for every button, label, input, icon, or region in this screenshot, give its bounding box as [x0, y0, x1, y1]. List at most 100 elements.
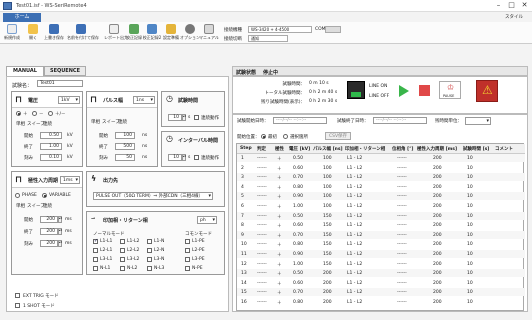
coupling-l1-l1-checkbox[interactable] — [93, 238, 98, 244]
tab-manual[interactable]: MANUAL — [6, 66, 44, 76]
coupling-l1-l2-checkbox[interactable] — [120, 239, 125, 244]
phase-unit-select[interactable]: 1ms — [60, 176, 80, 184]
save-as-button[interactable]: 名前を付けて保存 — [67, 24, 99, 42]
coupling-n-l2-checkbox[interactable] — [120, 266, 125, 271]
voltage-start-input[interactable]: 0.50 — [40, 132, 62, 139]
table-row[interactable]: 12 ------ ＋ 1.00 150 L1 - L2 ------ 200 10 — [237, 260, 525, 268]
table-row[interactable]: 11 ------ ＋ 0.90 150 L1 - L2 ------ 200 10 — [237, 250, 525, 258]
coupling-l2-pe-checkbox[interactable] — [185, 248, 190, 253]
voltage-subtab-continuous[interactable]: 連続 — [43, 121, 52, 127]
start-date-input[interactable]: ----/--/-- --:--:-- — [273, 117, 327, 124]
coupling-n-l1-checkbox[interactable] — [93, 266, 98, 271]
tab-sequence[interactable]: SEQUENCE — [44, 66, 86, 76]
manual-button[interactable]: マニュアル — [199, 24, 219, 42]
table-row[interactable]: 16 ------ ＋ 0.80 200 L1 - L2 ------ 200 10 — [237, 298, 525, 306]
pulse-step-input[interactable]: 50 — [115, 154, 135, 161]
test-name-input[interactable]: Test01 — [37, 80, 83, 87]
prepare-button[interactable]: 設定準備 — [161, 24, 181, 42]
interval-spinner[interactable]: ▴▾ — [182, 154, 186, 161]
coupling-l1-n-checkbox[interactable] — [147, 239, 152, 244]
ext-trig-checkbox[interactable] — [15, 293, 20, 298]
table-row[interactable]: 4 ------ ＋ 0.80 100 L1 - L2 ------ 200 10 — [237, 183, 525, 191]
table-row[interactable]: 10 ------ ＋ 0.80 150 L1 - L2 ------ 200 10 — [237, 240, 525, 248]
phase-start-input[interactable]: 200 — [40, 216, 58, 223]
one-shot-checkbox[interactable] — [15, 303, 20, 308]
stop-icon[interactable] — [419, 85, 430, 96]
line-switch-icon[interactable] — [347, 81, 365, 99]
coupling-l3-l2-checkbox[interactable] — [120, 257, 125, 262]
model-select[interactable]: WS-3420 + 4-4500 — [248, 26, 312, 33]
phase-start-spinner[interactable]: ▴▾ — [58, 216, 62, 223]
options-button[interactable]: オプション — [180, 24, 200, 42]
play-icon[interactable] — [399, 85, 409, 97]
phase-subtab-continuous[interactable]: 連続 — [43, 203, 52, 209]
pulse-start-input[interactable]: 100 — [115, 132, 135, 139]
coupling-l3-pe-checkbox[interactable] — [185, 257, 190, 262]
voltage-step-input[interactable]: 0.10 — [40, 154, 62, 161]
table-row[interactable]: 15 ------ ＋ 0.70 200 L1 - L2 ------ 200 10 — [237, 288, 525, 297]
table-row[interactable]: 2 ------ ＋ 0.60 100 L1 - L2 ------ 200 10 — [237, 164, 525, 172]
phase-radio[interactable] — [15, 193, 20, 198]
table-row[interactable]: 1 ------ ＋ 0.50 100 L1 - L2 ------ 200 10 — [237, 154, 525, 162]
col-coupling[interactable]: 印加相・リターン相 — [345, 146, 385, 154]
col-pulse-width[interactable]: パルス幅 [ns] — [313, 146, 343, 154]
minimize-button[interactable]: – — [494, 1, 503, 10]
save-button[interactable]: 上書き保存 — [44, 24, 64, 42]
table-row[interactable]: 14 ------ ＋ 0.60 200 L1 - L2 ------ 200 10 — [237, 279, 525, 287]
col-step[interactable]: Step — [240, 146, 252, 154]
polarity-negative-radio[interactable] — [32, 111, 37, 116]
coupling-l3-n-checkbox[interactable] — [147, 257, 152, 262]
col-judge[interactable]: 判定 — [257, 146, 266, 154]
maximize-button[interactable]: □ — [507, 1, 516, 10]
style-label[interactable]: スタイル — [505, 14, 523, 20]
open-button[interactable]: 開く — [23, 24, 43, 42]
table-row[interactable]: 8 ------ ＋ 0.60 150 L1 - L2 ------ 200 10 — [237, 221, 525, 229]
table-row[interactable]: 6 ------ ＋ 1.00 100 L1 - L2 ------ 200 10 — [237, 202, 525, 210]
close-button[interactable]: ✕ — [520, 1, 529, 10]
col-test-time[interactable]: 試験時間 [s] — [463, 146, 489, 154]
test-time-spinner[interactable]: ▴▾ — [182, 114, 186, 121]
remaining-unit-select[interactable] — [465, 117, 491, 125]
voltage-end-input[interactable]: 1.00 — [40, 143, 62, 150]
coupling-n-l3-checkbox[interactable] — [147, 266, 152, 271]
table-row[interactable]: 5 ------ ＋ 0.90 100 L1 - L2 ------ 200 10 — [237, 192, 525, 201]
interval-input[interactable]: 10 — [168, 154, 182, 161]
report-button[interactable]: レポート出力 — [104, 24, 128, 42]
port-select[interactable] — [325, 26, 341, 33]
voltage-unit-select[interactable]: 1kV — [58, 96, 80, 104]
phase-subtab-single[interactable]: 単相 — [16, 203, 25, 209]
coupling-l2-l1-checkbox[interactable] — [93, 248, 98, 253]
test-time-continuous-checkbox[interactable] — [194, 115, 199, 120]
table-row[interactable]: 7 ------ ＋ 0.50 150 L1 - L2 ------ 200 10 — [237, 211, 525, 220]
coupling-n-pe-checkbox[interactable] — [185, 266, 190, 271]
test-time-input[interactable]: 10 — [168, 114, 182, 121]
coupling-unit-select[interactable]: ph — [197, 216, 217, 224]
csv-save-button[interactable]: CSV保存 — [325, 132, 351, 140]
polarity-both-radio[interactable] — [48, 111, 53, 116]
calibration-button[interactable]: 校正記録 — [124, 24, 144, 42]
col-comment[interactable]: コメント — [495, 146, 513, 154]
col-phase-angle[interactable]: 位相角 [°] — [392, 146, 413, 154]
phase-step-spinner[interactable]: ▴▾ — [58, 240, 62, 247]
ribbon-tab-home[interactable]: ホーム — [3, 13, 41, 22]
notify-select[interactable]: 通知 — [248, 35, 288, 42]
coupling-l1-pe-checkbox[interactable] — [185, 239, 190, 244]
pulse-end-input[interactable]: 500 — [115, 143, 135, 150]
col-voltage[interactable]: 電圧 [kV] — [289, 146, 310, 154]
table-row[interactable]: 9 ------ ＋ 0.70 150 L1 - L2 ------ 200 10 — [237, 230, 525, 239]
phase-end-input[interactable]: 200 — [40, 228, 58, 235]
new-button[interactable]: 新規作成 — [2, 24, 22, 42]
output-select[interactable]: PULSE OUT（50Ω TERM）⇒ 外部CDN（三相4線） — [93, 192, 213, 200]
calibration2-button[interactable]: 校正記録2 — [142, 24, 162, 42]
emergency-stop-button[interactable]: ⚠ — [476, 80, 498, 102]
pulse-subtab-single[interactable]: 単相 — [91, 119, 100, 125]
voltage-subtab-single[interactable]: 単相 — [16, 121, 25, 127]
start-first-radio[interactable] — [261, 134, 266, 139]
polarity-positive-radio[interactable] — [16, 111, 21, 116]
end-date-input[interactable]: ----/--/-- --:--:-- — [373, 117, 427, 124]
pulse-unit-select[interactable]: 1ns — [133, 96, 155, 104]
pulse-subtab-continuous[interactable]: 連続 — [118, 119, 127, 125]
pause-button[interactable]: ♔ PAUSE — [439, 81, 461, 99]
coupling-l2-n-checkbox[interactable] — [147, 248, 152, 253]
col-polarity[interactable]: 極性 — [275, 146, 284, 154]
